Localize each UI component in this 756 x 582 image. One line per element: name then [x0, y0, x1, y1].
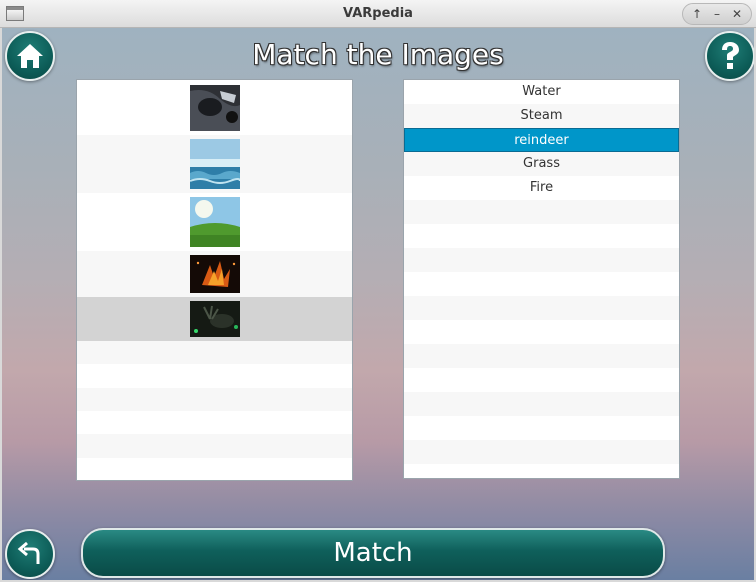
- minimize-icon[interactable]: –: [709, 6, 725, 22]
- list-item: [404, 248, 679, 272]
- list-item: [404, 224, 679, 248]
- page-title: Match the Images: [252, 38, 504, 71]
- list-item: [404, 440, 679, 464]
- word-list[interactable]: Water Steam reindeer Grass Fire: [403, 79, 680, 479]
- main-content: Match the Images Water Steam reindeer Gr…: [2, 28, 754, 580]
- list-item[interactable]: [77, 251, 352, 297]
- close-icon[interactable]: ✕: [729, 6, 745, 22]
- list-item: [77, 411, 352, 434]
- back-button[interactable]: [5, 529, 55, 579]
- list-item[interactable]: [77, 135, 352, 193]
- list-item: [77, 364, 352, 388]
- list-item-selected[interactable]: [77, 297, 352, 341]
- list-item: [404, 464, 679, 478]
- back-arrow-icon: [17, 541, 40, 564]
- list-item: [404, 416, 679, 440]
- word-item-water[interactable]: Water: [404, 80, 679, 104]
- window-controls: ↑ – ✕: [682, 3, 752, 25]
- water-waves-image: [189, 139, 240, 189]
- list-item[interactable]: [77, 193, 352, 251]
- list-item: [404, 368, 679, 392]
- word-item-grass[interactable]: Grass: [404, 152, 679, 176]
- list-item: [404, 392, 679, 416]
- app-window: VARpedia ↑ – ✕ Match the Images Water St…: [0, 0, 756, 582]
- list-item: [77, 341, 352, 364]
- grass-field-image: [189, 197, 240, 247]
- question-icon: [722, 42, 739, 69]
- word-item-fire[interactable]: Fire: [404, 176, 679, 200]
- list-item[interactable]: [77, 80, 352, 135]
- list-item: [77, 458, 352, 480]
- list-item: [404, 200, 679, 224]
- list-item: [404, 344, 679, 368]
- word-item-reindeer[interactable]: reindeer: [404, 128, 679, 152]
- car-closeup-image: [189, 84, 240, 131]
- match-button[interactable]: Match: [81, 528, 665, 578]
- list-item: [404, 272, 679, 296]
- word-item-steam[interactable]: Steam: [404, 104, 679, 128]
- window-title: VARpedia: [343, 6, 413, 21]
- help-button[interactable]: [705, 31, 754, 81]
- list-item: [404, 296, 679, 320]
- fire-sparks-image: [189, 255, 240, 293]
- list-item: [77, 434, 352, 458]
- list-item: [77, 388, 352, 411]
- list-item: [404, 320, 679, 344]
- dark-reindeer-image: [189, 301, 240, 337]
- maximize-icon[interactable]: ↑: [689, 6, 705, 22]
- image-list[interactable]: [76, 79, 353, 481]
- title-bar[interactable]: VARpedia ↑ – ✕: [0, 0, 756, 28]
